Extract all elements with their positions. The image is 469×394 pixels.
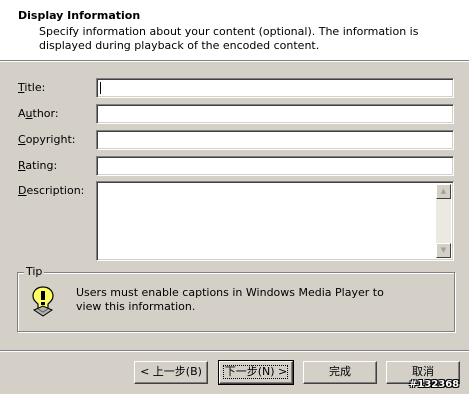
back-button[interactable]: < 上一步(B) [134, 361, 208, 384]
copyright-label: Copyright: [18, 133, 76, 146]
scroll-up-arrow-icon[interactable]: ▲ [436, 184, 451, 199]
lightbulb-tip-icon [32, 286, 54, 317]
page-title: Display Information [18, 9, 141, 22]
header-separator [0, 60, 469, 62]
finish-button[interactable]: 完成 [303, 361, 377, 384]
tip-legend: Tip [24, 265, 45, 278]
rating-input[interactable] [96, 156, 454, 176]
tip-text: Users must enable captions in Windows Me… [76, 286, 384, 313]
author-input[interactable] [96, 104, 454, 124]
watermark-text: #132368 [409, 379, 460, 390]
description-textarea[interactable]: ▲ ▼ [96, 181, 454, 261]
copyright-input[interactable] [96, 130, 454, 150]
title-label: Title: [18, 81, 46, 94]
title-input[interactable] [96, 78, 454, 98]
rating-label: Rating: [18, 159, 58, 172]
description-scrollbar[interactable]: ▲ ▼ [436, 184, 451, 258]
author-label: Author: [18, 107, 59, 120]
footer-separator [0, 350, 469, 352]
page-description: Specify information about your content (… [39, 25, 419, 52]
scroll-down-arrow-icon[interactable]: ▼ [436, 243, 451, 258]
text-caret [100, 82, 101, 94]
wizard-header: Display Information Specify information … [0, 0, 469, 60]
next-button[interactable]: 下一步(N) > [218, 360, 294, 385]
description-label: Description: [18, 184, 85, 197]
